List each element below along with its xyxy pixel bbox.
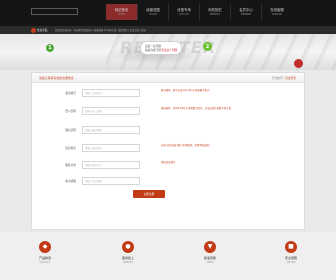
- nav-sublabel: MEMBER: [240, 12, 252, 16]
- feature-label: 安全保障: [284, 256, 297, 260]
- confirm-password-label: 确认密码: [65, 128, 76, 132]
- feature-sublabel: SPEED: [206, 261, 214, 264]
- realname-note: 必须与您的银行账户名称相同，否则不能出款！: [161, 144, 212, 147]
- form-row-email: 电子邮箱: [32, 175, 304, 187]
- password-label: 登入密码: [65, 109, 76, 113]
- password-input[interactable]: [82, 107, 140, 115]
- panel-header: 请您认真填写您的注册信息 已有帐号？直接登录: [32, 73, 304, 83]
- account-note: 账号规则：账号长度为6-12位字母和数字组合: [161, 89, 210, 92]
- nav-item-member[interactable]: 会员中心 MEMBER: [230, 4, 261, 20]
- confirm-password-input[interactable]: [82, 126, 140, 134]
- info-logo: 欢迎光临: [31, 27, 47, 33]
- speech-bubble: 这是一段问题 看看你能不能答出这个问题: [140, 41, 183, 55]
- email-label: 电子邮箱: [65, 179, 76, 183]
- nav-item-activity[interactable]: 优惠专场 ACTIVITY: [168, 4, 199, 20]
- panel-title: 请您认真填写您的注册信息: [39, 76, 74, 80]
- info-text: 欢迎您来到本站！本站提供优质服务 | 客服热线 24小时在线 | 诚信经营 | …: [55, 29, 146, 32]
- realname-input[interactable]: [82, 144, 140, 152]
- shield-icon: ▼: [204, 241, 216, 253]
- nav-item-memory[interactable]: 你的回忆 MEMORY: [199, 4, 230, 20]
- login-link[interactable]: 直接登录: [285, 76, 296, 80]
- globe-icon: [31, 27, 36, 33]
- nav-sublabel: ACTIVITY: [178, 12, 190, 16]
- user-icon: ●: [122, 241, 134, 253]
- badge-left: 1: [46, 44, 54, 52]
- bubble-highlight: 答出这个问题: [161, 48, 178, 52]
- contact-input[interactable]: [82, 161, 140, 169]
- account-input[interactable]: [82, 89, 140, 97]
- info-strip: 欢迎光临 欢迎您来到本站！本站提供优质服务 | 客服热线 24小时在线 | 诚信…: [0, 26, 336, 34]
- nav-item-scope[interactable]: 经营范围 SCOPE: [137, 4, 168, 20]
- form-row-confirm-password: 确认密码: [32, 124, 304, 136]
- nav-sublabel: HOME: [117, 12, 126, 16]
- nav-sublabel: SCOPE: [148, 12, 158, 16]
- form-row-contact: 联系方式 请您如实填写: [32, 159, 304, 171]
- bubble-line-2-prefix: 看看你能不能: [145, 48, 162, 52]
- nav-sublabel: MEMORY: [209, 12, 221, 16]
- account-label: 会员帐号: [65, 91, 76, 95]
- feature-secure[interactable]: ■ 安全保障 SECURE: [271, 241, 311, 264]
- diamond-icon: ◆: [39, 241, 51, 253]
- badge-mid: 2: [203, 42, 212, 51]
- site-logo[interactable]: [31, 8, 78, 15]
- info-logo-text: 欢迎光临: [37, 29, 48, 32]
- top-navigation-bar: 网站首页 HOME 经营范围 SCOPE 优惠专场 ACTIVITY 你的回忆 …: [0, 0, 336, 26]
- feature-label: 产品精选: [38, 256, 51, 260]
- hero-banner: REGISTER 1 这是一段问题 看看你能不能答出这个问题 2: [0, 34, 336, 70]
- nav-item-home[interactable]: 网站首页 HOME: [106, 4, 137, 20]
- footer-features: ◆ 产品精选 PRODUCT ● 需求我上 DEMAND ▼ 极速到账 SPEE…: [0, 232, 336, 280]
- login-prompt: 已有帐号？: [271, 76, 286, 80]
- realname-label: 真实姓名: [65, 146, 76, 150]
- register-button[interactable]: 立即注册: [133, 190, 165, 198]
- feature-product[interactable]: ◆ 产品精选 PRODUCT: [25, 241, 65, 264]
- form-row-account: 会员帐号 账号规则：账号长度为6-12位字母和数字组合: [32, 87, 304, 99]
- badge-right: [294, 59, 303, 68]
- feature-sublabel: DEMAND: [123, 261, 133, 264]
- bubble-line-2: 看看你能不能答出这个问题: [145, 48, 177, 52]
- feature-sublabel: SECURE: [286, 261, 296, 264]
- lock-icon: ■: [285, 241, 297, 253]
- nav-sublabel: SERVICE: [271, 12, 283, 16]
- form-row-realname: 真实姓名 必须与您的银行账户名称相同，否则不能出款！: [32, 142, 304, 154]
- feature-speed[interactable]: ▼ 极速到账 SPEED: [190, 241, 230, 264]
- email-input[interactable]: [82, 177, 140, 185]
- nav-item-service[interactable]: 在线客服 SERVICE: [261, 4, 292, 20]
- feature-label: 极速到账: [203, 256, 216, 260]
- form-row-password: 登入密码 密码规则：须为6-16位字母和数字组合，以及必须包含数字和字母: [32, 105, 304, 117]
- contact-note: 请您如实填写: [161, 161, 176, 164]
- feature-label: 需求我上: [121, 256, 134, 260]
- feature-sublabel: PRODUCT: [39, 261, 51, 264]
- main-nav: 网站首页 HOME 经营范围 SCOPE 优惠专场 ACTIVITY 你的回忆 …: [106, 4, 292, 20]
- registration-panel: 请您认真填写您的注册信息 已有帐号？直接登录 会员帐号 账号规则：账号长度为6-…: [31, 72, 305, 230]
- contact-label: 联系方式: [65, 163, 76, 167]
- panel-subtitle: 已有帐号？直接登录: [272, 76, 296, 80]
- password-note: 密码规则：须为6-16位字母和数字组合，以及必须包含数字和字母: [161, 107, 231, 110]
- feature-demand[interactable]: ● 需求我上 DEMAND: [108, 241, 148, 264]
